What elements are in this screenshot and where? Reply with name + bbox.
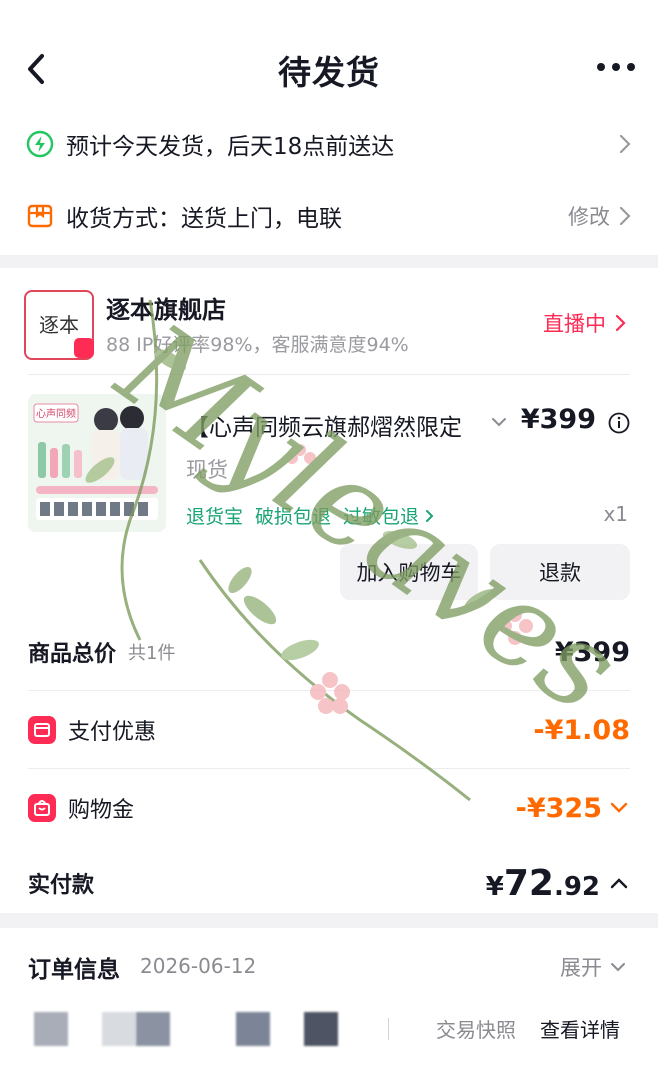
- live-badge-icon: [74, 338, 94, 358]
- shopping-gold-label: 购物金: [68, 798, 135, 823]
- chevron-right-icon: [426, 509, 434, 522]
- redacted-block: [34, 1012, 68, 1046]
- redacted-block: [136, 1012, 170, 1046]
- package-box-icon: [27, 204, 53, 228]
- divider: [28, 768, 630, 769]
- pay-discount-row: 支付优惠 -¥1.08: [28, 708, 630, 752]
- guarantee-tags[interactable]: 退货宝 破损包退 过敏包退: [186, 502, 435, 529]
- expand-label: 展开: [560, 956, 602, 980]
- order-date: 2026-06-12: [140, 954, 257, 978]
- lightning-clock-icon: [26, 130, 54, 158]
- stock-status: 现货: [186, 458, 228, 482]
- order-info-title: 订单信息: [28, 957, 120, 983]
- modify-label: 修改: [568, 205, 610, 229]
- item-count: 共1件: [128, 643, 176, 664]
- delivery-eta-row[interactable]: 预计今天发货，后天18点前送达: [26, 124, 632, 164]
- product-title[interactable]: 【心声同频云旗郝熠然限定: [186, 408, 476, 442]
- delivery-method-text: 收货方式：送货上门，电联: [66, 206, 342, 232]
- store-rating: 88 IP好评率98%，客服满意度94%: [106, 334, 409, 356]
- total-price-label: 商品总价: [28, 642, 117, 667]
- pay-discount-value: -¥1.08: [533, 714, 630, 746]
- refund-button[interactable]: 退款: [490, 544, 630, 600]
- total-price-row: 商品总价 共1件 ¥399: [28, 630, 630, 674]
- shopping-bag-icon: [28, 794, 56, 822]
- redacted-block: [304, 1012, 338, 1046]
- shopping-gold-row[interactable]: 购物金 -¥325: [28, 786, 630, 830]
- delivery-header-card: 待发货 预计今天发货，后天18点前送达 收货方式：送货上门，电联 修改: [0, 0, 658, 255]
- divider: [388, 1018, 389, 1040]
- trade-snapshot-link[interactable]: 交易快照: [436, 1014, 516, 1043]
- wallet-icon: [28, 716, 56, 744]
- paid-label: 实付款: [28, 873, 95, 898]
- expand-toggle[interactable]: 展开: [560, 952, 628, 982]
- chevron-right-icon: [619, 134, 631, 154]
- redacted-block: [102, 1012, 136, 1046]
- delivery-method-row[interactable]: 收货方式：送货上门，电联 修改: [26, 196, 632, 236]
- delivery-eta-text: 预计今天发货，后天18点前送达: [66, 134, 395, 160]
- product-thumbnail[interactable]: 心声同频: [28, 394, 166, 532]
- more-options-icon[interactable]: [596, 60, 636, 74]
- product-image: 心声同频: [28, 394, 166, 532]
- modify-link[interactable]: 修改: [568, 201, 632, 231]
- live-status-link[interactable]: 直播中: [543, 308, 628, 338]
- guarantee-allergy: 过敏包退: [343, 506, 420, 528]
- thumb-caption: 心声同频: [36, 407, 76, 420]
- store-name[interactable]: 逐本旗舰店: [106, 290, 226, 325]
- store-order-card: 逐本 逐本旗舰店 88 IP好评率98%，客服满意度94% 直播中 心声同频 【…: [0, 268, 658, 913]
- shopping-gold-value: -¥325: [515, 792, 602, 824]
- divider: [28, 374, 630, 375]
- paid-amount: ¥ 72 .92: [486, 863, 600, 904]
- add-to-cart-button[interactable]: 加入购物车: [340, 544, 478, 600]
- paid-integer: 72: [503, 862, 554, 904]
- store-logo-text: 逐本: [39, 312, 79, 337]
- chevron-right-icon: [615, 314, 626, 332]
- pay-discount-label: 支付优惠: [68, 720, 157, 745]
- view-details-link[interactable]: 查看详情: [540, 1014, 620, 1043]
- page-title: 待发货: [278, 53, 380, 92]
- chevron-up-icon[interactable]: [608, 876, 630, 890]
- chevron-down-icon: [611, 963, 625, 972]
- product-quantity: x1: [603, 502, 628, 526]
- order-info-card: 订单信息 2026-06-12 展开 交易快照 查看详情: [0, 928, 658, 1080]
- divider: [28, 690, 630, 691]
- chevron-right-icon: [619, 206, 631, 226]
- paid-decimal: .92: [553, 871, 600, 902]
- guarantee-return: 退货宝: [186, 506, 244, 528]
- live-label: 直播中: [543, 312, 606, 336]
- paid-amount-row[interactable]: 实付款 ¥ 72 .92: [28, 858, 630, 908]
- guarantee-damage: 破损包退: [255, 506, 332, 528]
- paid-currency: ¥: [485, 871, 504, 902]
- info-icon[interactable]: [608, 412, 630, 434]
- chevron-down-icon[interactable]: [608, 801, 630, 815]
- chevron-down-icon[interactable]: [490, 416, 508, 428]
- product-price: ¥399: [520, 404, 596, 435]
- redacted-block: [236, 1012, 270, 1046]
- total-price-value: ¥399: [554, 636, 630, 668]
